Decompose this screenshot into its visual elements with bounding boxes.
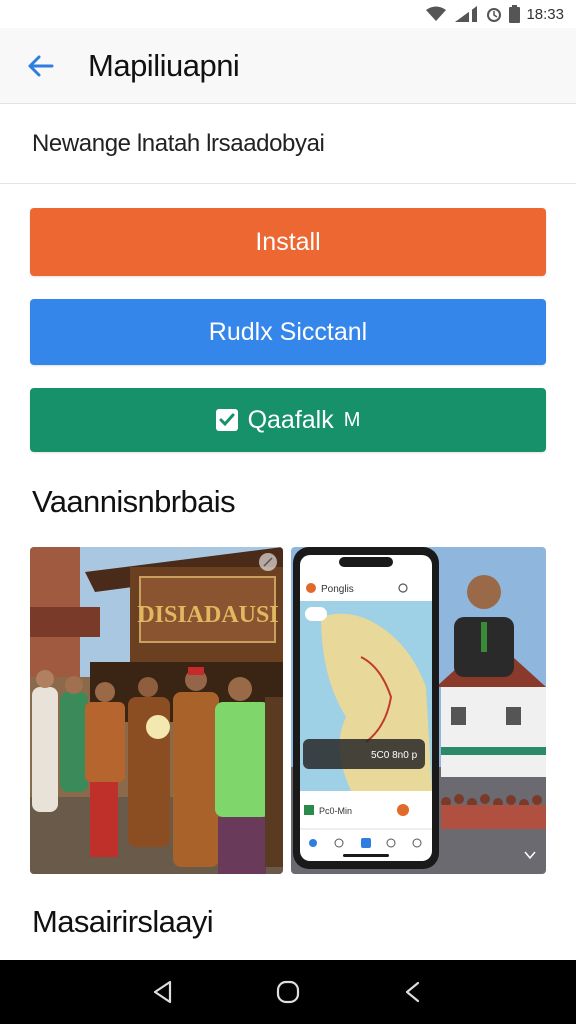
nav-back-button[interactable]	[133, 962, 193, 1022]
system-nav-bar	[0, 960, 576, 1024]
wifi-icon	[426, 6, 447, 21]
home-circle-icon	[276, 980, 300, 1004]
secondary-action-button[interactable]: Qaafalk M	[30, 388, 546, 452]
install-button[interactable]: Install	[30, 208, 546, 276]
nav-recents-button[interactable]	[383, 962, 443, 1022]
back-triangle-icon	[153, 980, 171, 1004]
app-bar: Mapiliuapni	[0, 28, 576, 104]
gallery-image-app-preview[interactable]: Ponglis 5C0 8n0 p Pc0-Min	[291, 547, 546, 874]
secondary-action-suffix: M	[343, 408, 361, 431]
recents-icon	[406, 981, 420, 1003]
sign-text: DISIADAUSI	[137, 602, 278, 628]
phone-header-text: Ponglis	[321, 584, 354, 595]
nav-home-button[interactable]	[258, 962, 318, 1022]
install-button-label: Install	[255, 227, 321, 256]
expand-icon[interactable]	[259, 553, 277, 571]
gallery-heading: Vaannisnbrbais	[32, 484, 236, 519]
subtitle-row: Newange lnatah lrsaadobyai	[0, 104, 576, 184]
primary-action-label: Rudlx Sicctanl	[208, 317, 368, 346]
section-heading-second: Masairirslaayi	[32, 904, 214, 939]
gallery-image-community[interactable]: DISIADAUSI	[30, 547, 283, 874]
secondary-action-label: Qaafalk	[247, 405, 334, 434]
status-time: 18:33	[526, 5, 564, 23]
signal-icon	[455, 6, 478, 22]
battery-icon	[509, 5, 521, 23]
subtitle-text: Newange lnatah lrsaadobyai	[32, 129, 325, 157]
check-square-icon	[215, 409, 238, 431]
status-bar: 18:33	[0, 0, 576, 28]
arrow-left-icon	[28, 55, 54, 76]
back-button[interactable]	[0, 28, 80, 104]
map-panel-text: 5C0 8n0 p	[371, 750, 418, 761]
list-item-text: Pc0-Min	[319, 806, 352, 816]
page-title: Mapiliuapni	[88, 47, 240, 83]
primary-action-button[interactable]: Rudlx Sicctanl	[30, 299, 546, 365]
alarm-icon	[487, 8, 502, 22]
